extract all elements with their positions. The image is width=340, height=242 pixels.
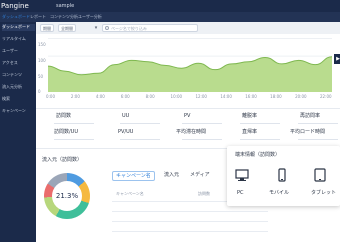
metric-pv[interactable]: PV (184, 113, 190, 119)
donut-center: 21.3% (52, 181, 82, 211)
tab-dashboard[interactable]: ダッシュボード (2, 14, 30, 20)
metric-avg-duration[interactable]: 平均滞在時間 (176, 129, 206, 135)
sidebar: ダッシュボード リアルタイム ユーザー アクセス コンテンツ 流入元分析 検索 … (0, 22, 36, 242)
tab-source[interactable]: 流入元 (164, 171, 179, 179)
device-label-mobile: モバイル (269, 190, 290, 196)
nav-tabs: ダッシュボード レポート コンテンツ分析 ユーザー分析 (0, 12, 340, 22)
x-tick-label: 2:00 (70, 94, 80, 99)
section-title: 流入元（訪問数） (42, 157, 83, 163)
metric-uu[interactable]: UU (122, 113, 129, 119)
column-header: 訪問数 (198, 191, 210, 196)
divider (182, 139, 222, 140)
sidebar-item-search[interactable]: 検索 (2, 96, 35, 103)
metrics-panel: 訪問数 UU PV 離脱率 再訪問率 訪問数/UU PV/UU 平均滞在時間 直… (36, 108, 340, 148)
x-tick-label: 4:00 (95, 94, 105, 99)
divider (182, 123, 222, 124)
donut-percent: 21.3% (55, 192, 79, 200)
visits-chart-card: 150 100 50 0 0:00 2:00 4:00 6:00 8:00 10:00 12… (36, 34, 340, 108)
table-row[interactable] (112, 231, 268, 232)
area-chart[interactable] (48, 38, 332, 92)
y-tick-label: 0 (38, 89, 41, 94)
x-tick-label: 16:00 (245, 94, 257, 99)
x-tick-label: 22:00 (320, 94, 332, 99)
y-tick-label: 50 (38, 74, 44, 79)
search-input[interactable]: ページ名で絞り込み (102, 24, 198, 32)
sidebar-item-access[interactable]: アクセス (2, 60, 35, 67)
sidebar-item-referrer[interactable]: 流入元分析 (2, 84, 35, 91)
traffic-donut-chart[interactable]: 21.3% (44, 173, 90, 219)
x-tick-label: 18:00 (270, 94, 282, 99)
sidebar-item-dashboard[interactable]: ダッシュボード (2, 24, 35, 31)
search-icon (105, 26, 109, 30)
app-logo[interactable]: Pangine (1, 1, 29, 11)
column-header: キャンペーン名 (116, 191, 144, 196)
metric-pv-per-uu[interactable]: PV/UU (118, 129, 133, 135)
device-label-pc: PC (237, 190, 244, 196)
sidebar-item-realtime[interactable]: リアルタイム (2, 36, 35, 43)
metric-visits[interactable]: 訪問数 (56, 113, 71, 119)
analytics-dashboard: Pangine sample ダッシュボード レポート コンテンツ分析 ユーザー… (0, 0, 340, 242)
top-bar: Pangine sample (0, 0, 340, 12)
device-label-tablet: タブレット (311, 190, 337, 196)
tab-campaign[interactable]: キャンペーン名 (112, 171, 155, 181)
x-tick-label: 12:00 (195, 94, 207, 99)
tab-report[interactable]: レポート (30, 14, 46, 20)
divider (54, 139, 94, 140)
x-tick-label: 20:00 (295, 94, 307, 99)
x-tick-label: 8:00 (145, 94, 155, 99)
device-info-popup: 端末情報（訪問数） PC モバイル タブレット (227, 146, 340, 206)
y-tick-label: 100 (38, 58, 46, 63)
metric-revisit-rate[interactable]: 再訪問率 (300, 113, 320, 119)
divider (240, 123, 280, 124)
tab-content-analysis[interactable]: コンテンツ分析 (50, 14, 78, 20)
table-row[interactable] (112, 211, 268, 212)
desktop-icon[interactable] (235, 168, 249, 182)
x-tick-label: 6:00 (120, 94, 130, 99)
tab-user-analysis[interactable]: ユーザー分析 (78, 14, 102, 20)
mobile-icon[interactable] (275, 168, 289, 182)
filter-bar: 期間 全期間 ▾ ページ名で絞り込み (36, 22, 340, 34)
x-tick-label: 10:00 (170, 94, 183, 99)
divider (240, 139, 280, 140)
table-row[interactable] (112, 221, 268, 222)
sidebar-item-users[interactable]: ユーザー (2, 48, 35, 55)
divider (54, 123, 94, 124)
range-filter[interactable]: 全期間 (58, 24, 76, 32)
divider (120, 123, 160, 124)
tab-media[interactable]: メディア (190, 171, 210, 179)
tablet-icon[interactable] (313, 168, 327, 182)
sidebar-item-campaign[interactable]: キャンペーン (2, 108, 35, 115)
expand-icon[interactable]: ▶ (334, 54, 340, 64)
metric-bounce-rate[interactable]: 直帰率 (242, 129, 257, 135)
divider (298, 123, 338, 124)
x-tick-label: 0:00 (46, 94, 55, 99)
divider (120, 139, 160, 140)
period-filter[interactable]: 期間 (40, 24, 54, 32)
popup-title: 端末情報（訪問数） (235, 152, 281, 158)
metric-avg-load-time[interactable]: 平均ロード時間 (290, 129, 325, 135)
sidebar-item-content[interactable]: コンテンツ (2, 72, 35, 79)
y-tick-label: 150 (38, 42, 46, 47)
divider (298, 139, 338, 140)
chevron-down-icon[interactable]: ▾ (92, 24, 100, 32)
project-name[interactable]: sample (56, 2, 74, 10)
x-tick-label: 14:00 (220, 94, 232, 99)
metric-exit-rate[interactable]: 離脱率 (242, 113, 257, 119)
search-placeholder: ページ名で絞り込み (111, 26, 147, 31)
metric-visits-per-uu[interactable]: 訪問数/UU (54, 129, 78, 135)
